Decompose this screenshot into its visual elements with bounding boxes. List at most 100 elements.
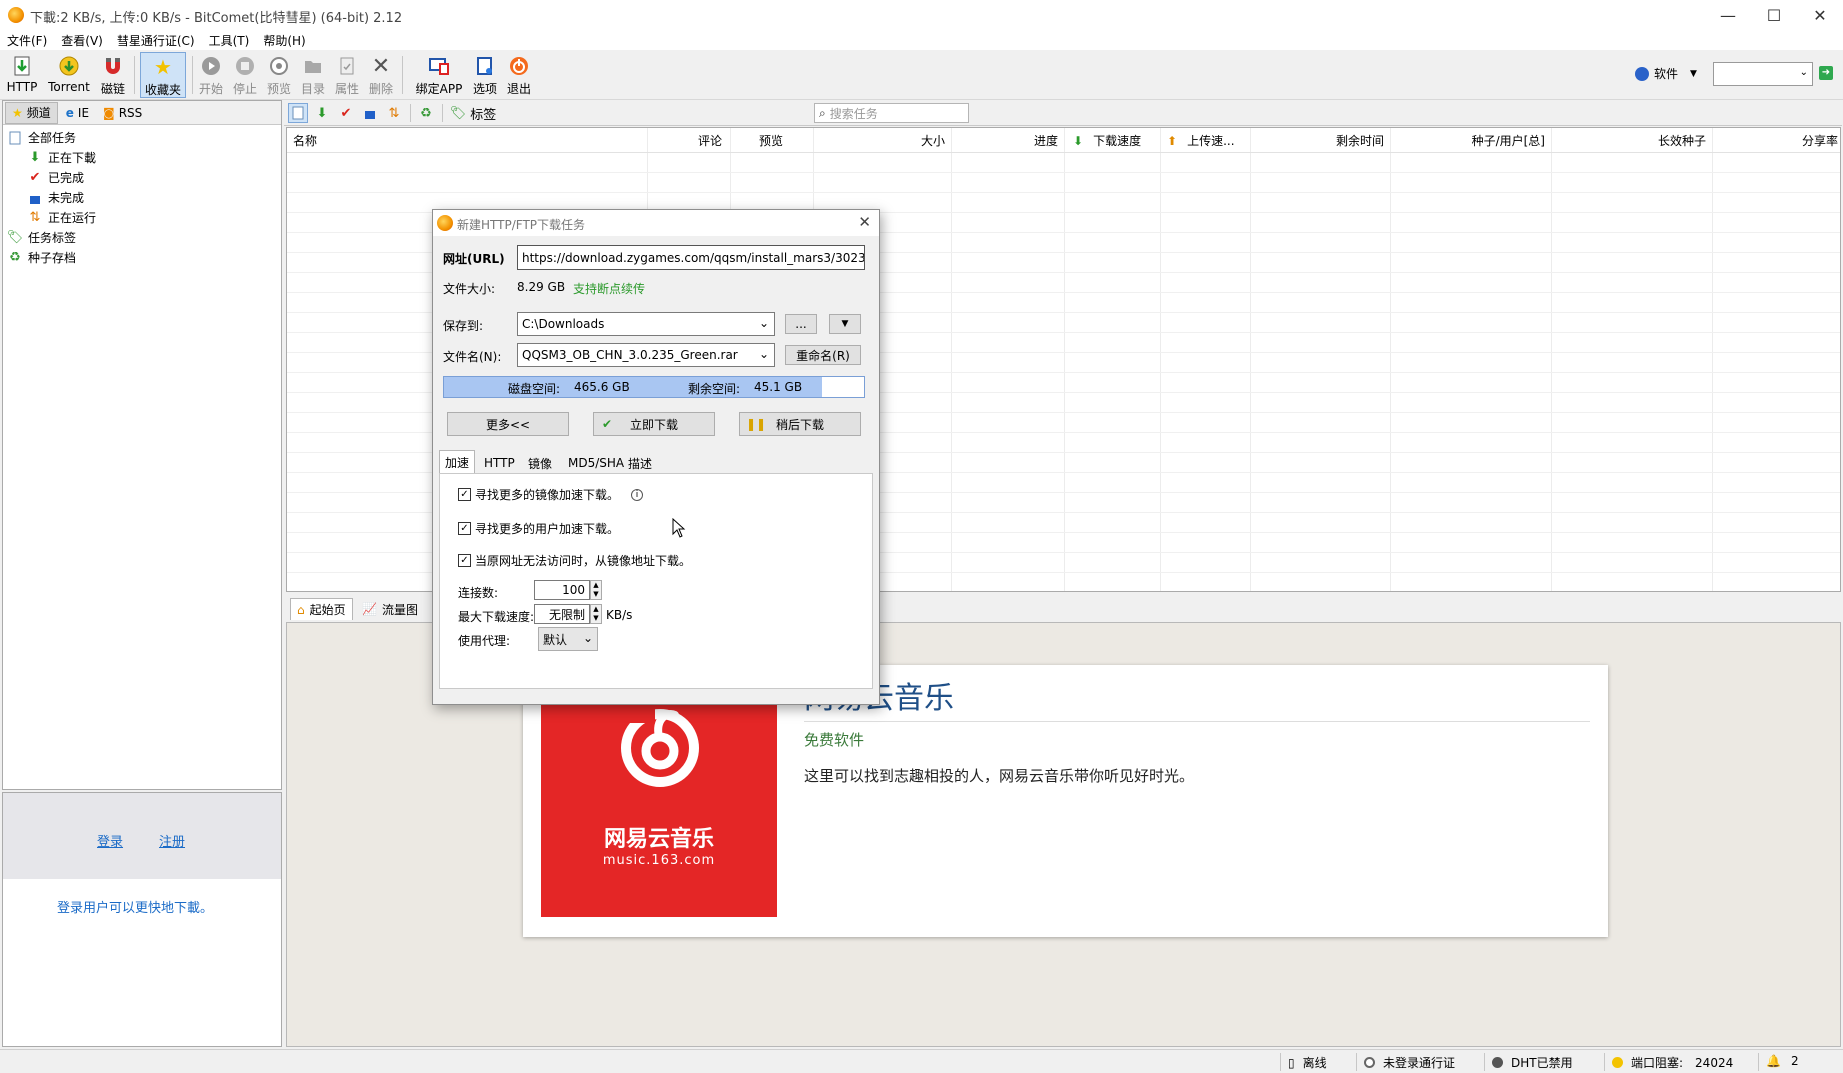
max-speed-spinner[interactable]: ▲ ▼ [590,604,602,624]
connections-input[interactable]: 100 [534,580,590,600]
download-now-button[interactable]: ✔ 立即下载 [593,412,715,436]
software-select[interactable]: ⌄ [1713,62,1813,86]
tab-accelerate[interactable]: 加速 [439,450,476,474]
connections-spinner[interactable]: ▲ ▼ [590,580,602,600]
tags-button[interactable]: 🏷 标签 [448,103,498,123]
new-task-icon[interactable] [288,103,308,123]
login-link[interactable]: 登录 [97,831,123,850]
col-seeds: 种子/用户[总] [1391,128,1552,591]
torrent-button[interactable]: Torrent [44,52,94,98]
tab-description[interactable]: 描述 [623,452,657,474]
column-header-preview[interactable]: 预览 [759,132,783,149]
checkbox-checked[interactable]: ✓ [458,522,471,535]
favorites-button[interactable]: ★ 收藏夹 [140,52,186,98]
filter-completed-icon[interactable]: ✔ [336,103,356,123]
status-pass[interactable]: 未登录通行证 [1364,1054,1455,1071]
menu-tools[interactable]: 工具(T) [202,32,257,49]
rename-button[interactable]: 重命名(R) [785,345,861,365]
opt-users-checkbox[interactable]: ✓ 寻找更多的用户加速下载。 [458,520,619,537]
tab-rss[interactable]: ◙ RSS [97,102,148,124]
start-button[interactable]: 开始 [196,52,226,98]
http-button[interactable]: HTTP [4,52,40,98]
col-ul-speed: ⬆ 上传速... [1161,128,1251,591]
tree-all-tasks[interactable]: 全部任务 [7,128,76,147]
save-to-dropdown-button[interactable]: ▼ [829,314,861,334]
tab-mirror[interactable]: 镜像 [523,452,557,474]
menu-help[interactable]: 帮助(H) [256,32,312,49]
col-longterm: 长效种子 [1552,128,1713,591]
status-port[interactable]: 端口阻塞: 24024 [1612,1054,1733,1071]
login-hint[interactable]: 登录用户可以更快地下載。 [57,897,213,916]
download-later-button[interactable]: ❚❚ 稍后下载 [739,412,861,436]
checkbox-checked[interactable]: ✓ [458,488,471,501]
bind-app-button[interactable]: 绑定APP [412,52,466,98]
browse-button[interactable]: ... [785,314,817,334]
tree-running[interactable]: ⇅ 正在运行 [27,208,96,227]
opt-mirror-checkbox[interactable]: ✓ 寻找更多的镜像加速下载。 i [458,486,644,503]
archive-icon[interactable]: ♻ [416,103,436,123]
filter-downloading-icon[interactable]: ⬇ [312,103,332,123]
column-header-seeds-peers[interactable]: 种子/用户[总] [1472,132,1545,149]
register-link[interactable]: 注册 [159,831,185,850]
proxy-select[interactable]: 默认 ⌄ [538,627,598,651]
options-button[interactable]: 选项 [470,52,500,98]
column-header-name[interactable]: 名称 [293,132,317,149]
ad-card[interactable]: 网易云音乐 music.163.com 网易云音乐 免费软件 这里可以找到志趣相… [523,665,1608,937]
more-button[interactable]: 更多<< [447,412,569,436]
folder-icon [300,54,326,78]
column-header-long-seeds[interactable]: 长效种子 [1658,132,1706,149]
exit-button[interactable]: 退出 [504,52,534,98]
save-to-select[interactable]: C:\Downloads ⌄ [517,312,775,336]
tree-task-tags[interactable]: 🏷 任务标签 [7,228,76,247]
directory-button[interactable]: 目录 [298,52,328,98]
maximize-button[interactable]: ☐ [1751,0,1797,30]
status-alerts[interactable]: 🔔 2 [1766,1054,1799,1068]
column-header-download-speed[interactable]: ⬇ 下载速度 [1073,132,1141,149]
tree-completed[interactable]: ✔ 已完成 [27,168,84,187]
properties-button[interactable]: 属性 [332,52,362,98]
tab-traffic-chart[interactable]: 📈 流量图 [356,598,424,620]
preview-button[interactable]: 预览 [264,52,294,98]
tree-seed-archive[interactable]: ♻ 种子存档 [7,248,76,267]
column-header-share-ratio[interactable]: 分享率 [1802,132,1838,149]
netease-music-logo[interactable]: 网易云音乐 music.163.com [541,687,777,917]
info-icon[interactable]: i [631,488,644,501]
dialog-close-button[interactable]: ✕ [858,213,871,231]
minimize-button[interactable]: — [1705,0,1751,30]
tab-http[interactable]: HTTP [479,452,520,474]
opt-fallback-checkbox[interactable]: ✓ 当原网址无法访问时，从镜像地址下载。 [458,552,691,569]
tab-channel[interactable]: ★ 频道 [5,101,58,124]
close-button[interactable]: ✕ [1797,0,1843,30]
free-space-label: 剩余空间: [688,382,741,396]
max-speed-input[interactable]: 无限制 [534,604,590,624]
filter-incomplete-icon[interactable] [360,103,380,123]
speed-unit: KB/s [606,608,633,622]
software-menu-button[interactable]: 软件 ▼ [1635,65,1697,82]
status-offline[interactable]: ▯ 离线 [1288,1054,1327,1071]
menu-comet-pass[interactable]: 彗星通行证(C) [110,32,202,49]
tree-incomplete[interactable]: 未完成 [27,188,84,207]
filename-input[interactable]: QQSM3_OB_CHN_3.0.235_Green.rar ⌄ [517,343,775,367]
go-arrow-icon[interactable]: ➜ [1819,66,1833,80]
url-input[interactable]: https://download.zygames.com/qqsm/instal… [517,245,865,270]
checkbox-checked[interactable]: ✓ [458,554,471,567]
column-header-comment[interactable]: 评论 [698,132,722,149]
filter-running-icon[interactable]: ⇅ [384,103,404,123]
search-input[interactable]: ⌕ 搜索任务 [814,103,969,123]
delete-button[interactable]: ✕ 删除 [366,52,396,98]
status-dht[interactable]: DHT已禁用 [1492,1054,1573,1071]
disk-space-value: 465.6 GB [574,380,630,394]
tree-downloading[interactable]: ⬇ 正在下載 [27,148,96,167]
menu-file[interactable]: 文件(F) [0,32,54,49]
column-header-remaining-time[interactable]: 剩余时间 [1336,132,1384,149]
magnet-button[interactable]: 磁链 [98,52,128,98]
column-header-size[interactable]: 大小 [921,132,945,149]
stop-button[interactable]: 停止 [230,52,260,98]
column-header-progress[interactable]: 进度 [1034,132,1058,149]
tab-ie[interactable]: e IE [60,102,95,124]
menu-view[interactable]: 查看(V) [54,32,110,49]
tab-start-page[interactable]: ⌂ 起始页 [290,598,353,620]
column-header-upload-speed[interactable]: ⬆ 上传速... [1167,132,1235,149]
tab-md5-sha[interactable]: MD5/SHA [563,452,629,474]
accelerate-panel: ✓ 寻找更多的镜像加速下载。 i ✓ 寻找更多的用户加速下载。 ✓ 当原网址无法访问时，… [439,473,873,689]
